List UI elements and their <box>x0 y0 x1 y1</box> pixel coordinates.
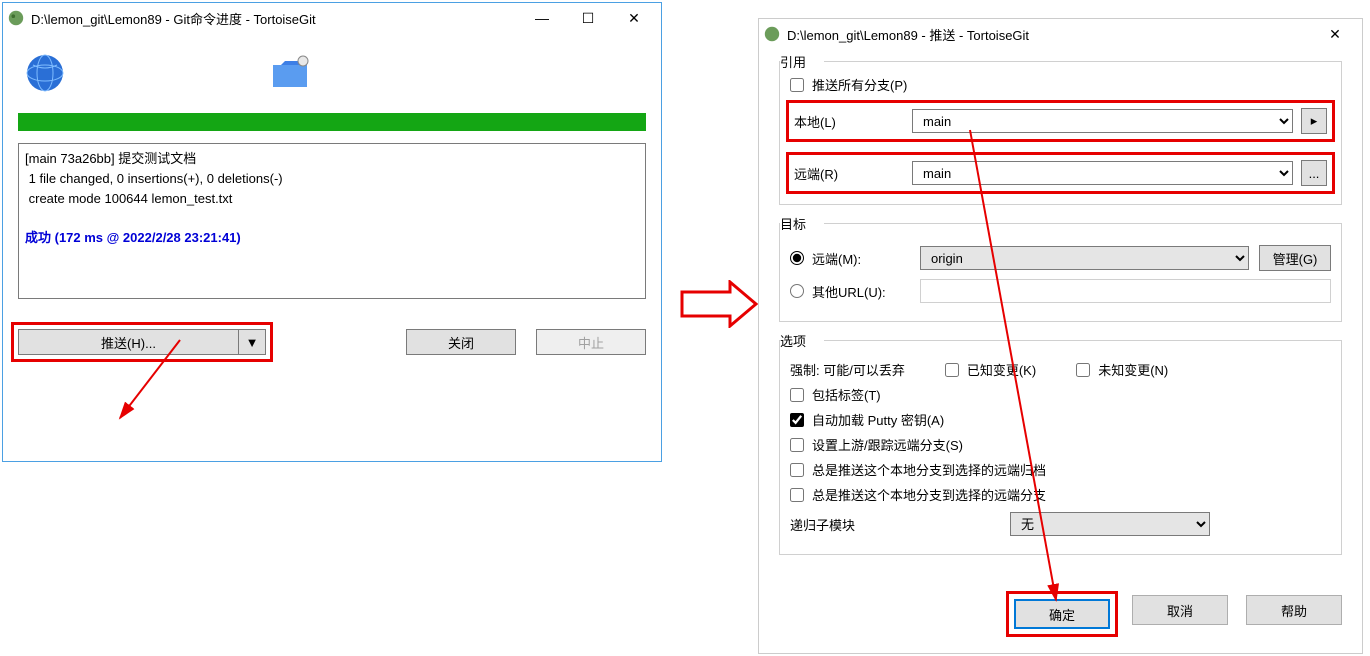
button-row: 推送(H)... ▼ 关闭 中止 <box>3 311 661 373</box>
other-url-radio[interactable]: 其他URL(U): <box>790 282 910 301</box>
titlebar: D:\lemon_git\Lemon89 - Git命令进度 - Tortois… <box>3 3 661 33</box>
push-all-checkbox[interactable]: 推送所有分支(P) <box>790 75 1331 94</box>
window-title: D:\lemon_git\Lemon89 - Git命令进度 - Tortois… <box>31 9 519 28</box>
manage-button[interactable]: 管理(G) <box>1259 245 1331 271</box>
unknown-change-checkbox[interactable]: 未知变更(N) <box>1076 360 1168 379</box>
browse-local-button[interactable]: ▸ <box>1301 108 1327 134</box>
recursive-combo[interactable]: 无 <box>1010 512 1210 536</box>
options-legend: 选项 <box>780 331 812 350</box>
remote-row-highlight: 远端(R) main ... <box>790 156 1331 190</box>
local-label: 本地(L) <box>794 112 904 131</box>
dialog-buttons: 确定 取消 帮助 <box>759 585 1362 643</box>
force-label: 强制: 可能/可以丢弃 <box>790 360 905 379</box>
minimize-button[interactable]: — <box>519 3 565 33</box>
chevron-down-icon[interactable]: ▼ <box>239 330 265 354</box>
output-log[interactable]: [main 73a26bb] 提交测试文档 1 file changed, 0 … <box>18 143 646 299</box>
push-button-label[interactable]: 推送(H)... <box>19 330 239 354</box>
folder-icon <box>267 51 315 95</box>
close-button[interactable]: 关闭 <box>406 329 516 355</box>
known-change-checkbox[interactable]: 已知变更(K) <box>945 360 1036 379</box>
close-button[interactable]: ✕ <box>1312 19 1358 49</box>
remote-branch-label: 远端(R) <box>794 164 904 183</box>
annotation-arrow-icon <box>680 280 758 328</box>
set-upstream-checkbox[interactable]: 设置上游/跟踪远端分支(S) <box>790 435 1331 454</box>
dialog-content: 引用 推送所有分支(P) 本地(L) main ▸ 远端(R) main ...… <box>759 49 1362 585</box>
push-split-button[interactable]: 推送(H)... ▼ <box>18 329 266 355</box>
ok-button-highlight: 确定 <box>1010 595 1114 633</box>
ok-button[interactable]: 确定 <box>1014 599 1110 629</box>
tortoisegit-icon <box>7 9 25 27</box>
log-success: 成功 (172 ms @ 2022/2/28 23:21:41) <box>25 230 241 245</box>
tortoisegit-icon <box>763 25 781 43</box>
close-button[interactable]: ✕ <box>611 3 657 33</box>
maximize-button[interactable]: ☐ <box>565 3 611 33</box>
remote-combo[interactable]: origin <box>920 246 1249 270</box>
options-group: 选项 强制: 可能/可以丢弃 已知变更(K) 未知变更(N) 包括标签(T) 自… <box>779 340 1342 555</box>
cancel-button[interactable]: 取消 <box>1132 595 1228 625</box>
target-legend: 目标 <box>780 214 812 233</box>
abort-button: 中止 <box>536 329 646 355</box>
ref-legend: 引用 <box>780 52 812 71</box>
log-line: create mode 100644 lemon_test.txt <box>25 191 232 206</box>
push-dialog-window: D:\lemon_git\Lemon89 - 推送 - TortoiseGit … <box>758 18 1363 654</box>
local-branch-combo[interactable]: main <box>912 109 1293 133</box>
local-row-highlight: 本地(L) main ▸ <box>790 104 1331 138</box>
ref-group: 引用 推送所有分支(P) 本地(L) main ▸ 远端(R) main ... <box>779 61 1342 205</box>
titlebar: D:\lemon_git\Lemon89 - 推送 - TortoiseGit … <box>759 19 1362 49</box>
progress-bar <box>18 113 646 131</box>
other-url-input <box>920 279 1331 303</box>
help-button[interactable]: 帮助 <box>1246 595 1342 625</box>
log-line: [main 73a26bb] 提交测试文档 <box>25 151 196 166</box>
progress-window: D:\lemon_git\Lemon89 - Git命令进度 - Tortois… <box>2 2 662 462</box>
always-push-branch-checkbox[interactable]: 总是推送这个本地分支到选择的远端分支 <box>790 485 1331 504</box>
remote-radio[interactable]: 远端(M): <box>790 249 910 268</box>
autoload-putty-checkbox[interactable]: 自动加载 Putty 密钥(A) <box>790 410 1331 429</box>
always-push-archive-checkbox[interactable]: 总是推送这个本地分支到选择的远端归档 <box>790 460 1331 479</box>
browse-remote-button[interactable]: ... <box>1301 160 1327 186</box>
remote-branch-combo[interactable]: main <box>912 161 1293 185</box>
target-group: 目标 远端(M): origin 管理(G) 其他URL(U): <box>779 223 1342 322</box>
push-button-highlight: 推送(H)... ▼ <box>18 329 266 355</box>
icon-toolbar <box>3 33 661 113</box>
include-tags-checkbox[interactable]: 包括标签(T) <box>790 385 1331 404</box>
globe-icon <box>23 51 67 95</box>
recursive-label: 递归子模块 <box>790 515 1000 534</box>
window-title: D:\lemon_git\Lemon89 - 推送 - TortoiseGit <box>787 25 1312 44</box>
log-line: 1 file changed, 0 insertions(+), 0 delet… <box>25 171 283 186</box>
